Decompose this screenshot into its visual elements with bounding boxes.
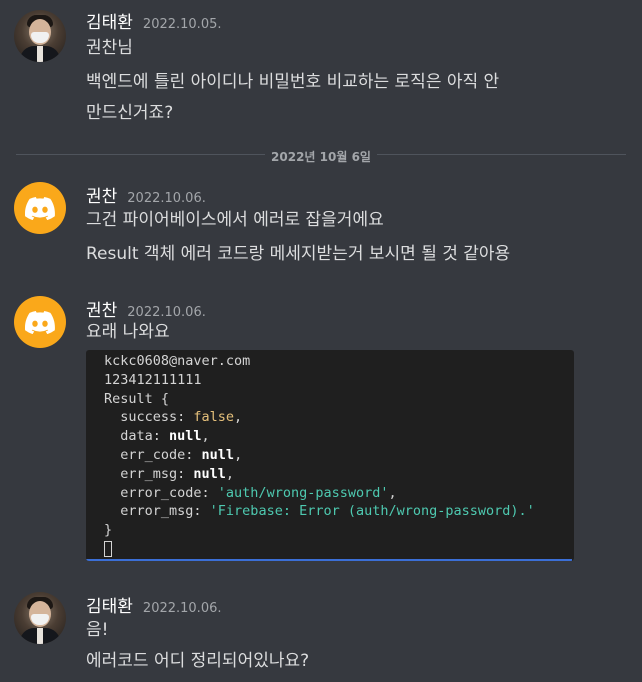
timestamp: 2022.10.06. [127,191,206,206]
code-key: error_msg: [104,503,210,520]
username[interactable]: 김태환 [86,8,133,33]
code-key: err_msg: [104,465,194,482]
code-value: 'Firebase: Error (auth/wrong-password).' [209,503,535,520]
timestamp: 2022.10.06. [142,601,222,616]
message-text: 그건 파이어베이스에서 에러로 잡을거에요 [86,210,384,230]
message-header: 권찬 2022.10.06. [86,296,206,321]
timestamp: 2022.10.06. [127,305,206,320]
discord-glyph-icon [25,310,55,334]
code-key: err_code: [104,446,202,463]
username[interactable]: 권찬 [86,182,117,207]
code-key: error_code: [104,484,218,501]
date-divider-label: 2022년 10월 6일 [265,150,377,164]
avatar-suit [20,46,60,62]
code-line: kckc0608@naver.com [104,353,251,369]
timestamp: 2022.10.05. [142,17,222,32]
message-text: Result 객체 에러 코드랑 메세지받는거 보시면 될 것 같아용 [86,244,511,264]
code-screenshot: kckc0608@naver.com 123412111111 Result {… [104,352,535,559]
code-value: null [193,465,226,482]
message-header: 김태환 2022.10.06. [86,592,222,617]
horizontal-scrollbar[interactable] [86,559,572,561]
date-divider: 2022년 10월 6일 [0,146,642,165]
code-line: } [104,522,113,539]
message-text: 음! [86,620,109,640]
message-text: 에러코드 어디 정리되어있나요? [86,651,310,671]
message-text: 권찬님 [86,38,133,58]
code-value: 'auth/wrong-password' [217,484,389,501]
user-avatar[interactable] [14,10,66,62]
code-key: data: [104,428,170,445]
code-value: false [193,409,235,426]
discord-logo-icon[interactable] [14,296,66,348]
date-divider-line [16,154,626,155]
message-header: 김태환 2022.10.05. [86,8,222,33]
discord-logo-icon[interactable] [14,182,66,234]
code-key: success: [104,409,194,426]
message-text: 백엔드에 틀린 아이디나 비밀번호 비교하는 로직은 아직 안 [86,72,500,92]
message-text: 만드신거죠? [86,103,174,123]
terminal-cursor-icon [104,540,112,557]
username[interactable]: 김태환 [86,592,133,617]
code-value: null [169,428,202,445]
discord-glyph-icon [25,196,55,220]
user-avatar[interactable] [14,592,66,644]
username[interactable]: 권찬 [86,296,117,321]
avatar-suit [20,628,60,644]
code-line: Result { [104,390,170,407]
chat-log: 김태환 2022.10.05. 권찬님 백엔드에 틀린 아이디나 비밀번호 비교… [0,0,642,682]
image-attachment[interactable]: kckc0608@naver.com 123412111111 Result {… [86,350,574,561]
code-value: null [201,446,235,463]
message-text: 요래 나와요 [86,322,170,342]
code-line: 123412111111 [104,371,202,388]
message-header: 권찬 2022.10.06. [86,182,206,207]
